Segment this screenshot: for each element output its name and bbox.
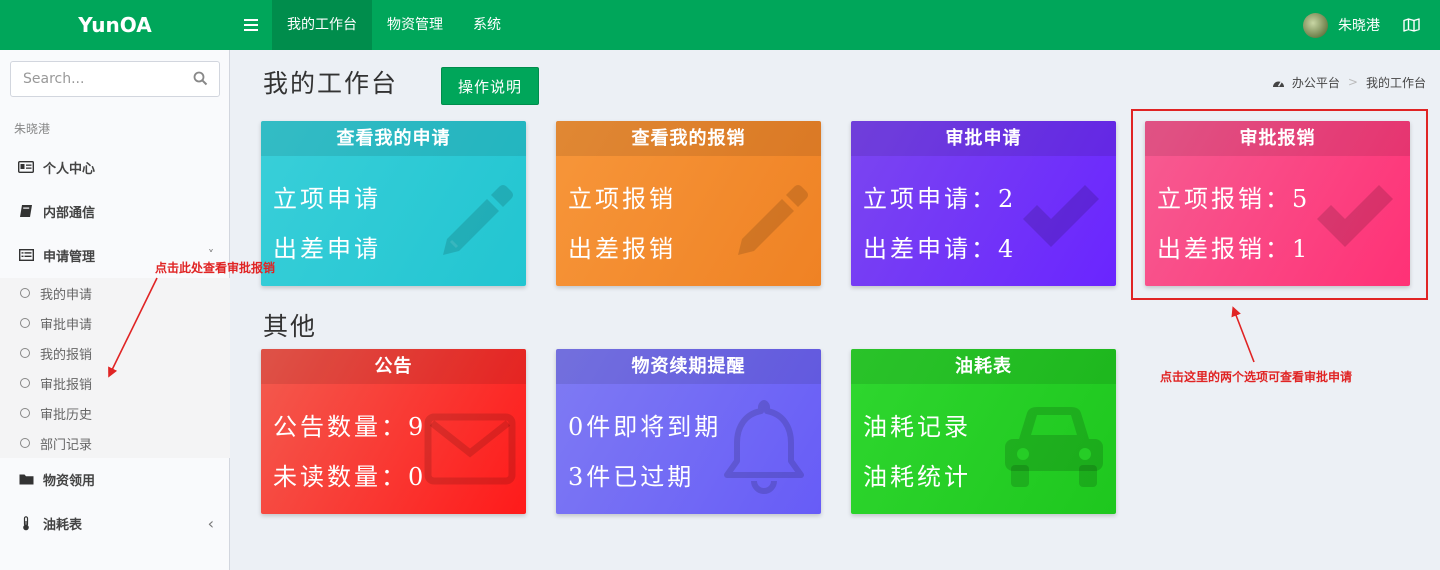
annotation-arrow-right <box>1231 306 1255 363</box>
annotation-arrows <box>108 277 1255 378</box>
annotation-arrow-left <box>108 277 158 378</box>
